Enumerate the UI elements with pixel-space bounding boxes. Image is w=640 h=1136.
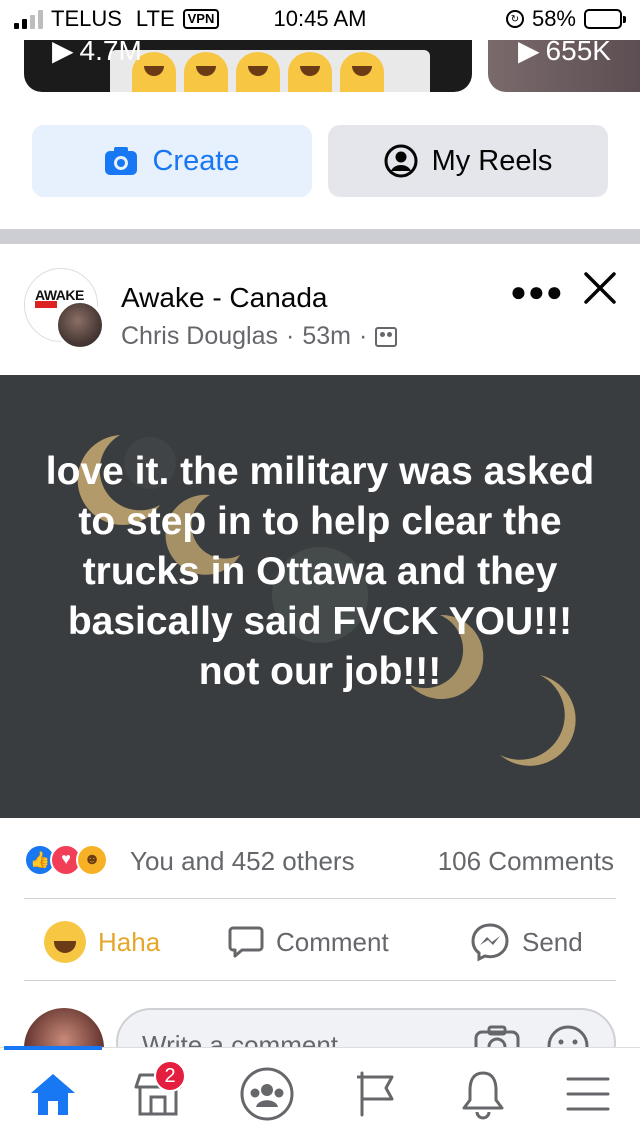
author-name[interactable]: Chris Douglas (121, 322, 278, 351)
play-icon: ▶ (52, 40, 74, 66)
group-name[interactable]: Awake - Canada (121, 282, 328, 314)
haha-button[interactable]: Haha (44, 918, 160, 966)
comment-button[interactable]: Comment (228, 918, 389, 966)
reel-views-label: 4.7M (79, 40, 142, 66)
close-icon[interactable] (580, 268, 620, 308)
more-options-icon[interactable]: ●●● (510, 276, 564, 308)
marketplace-badge: 2 (154, 1060, 186, 1092)
battery-icon (584, 9, 626, 29)
comments-count[interactable]: 106 Comments (438, 846, 614, 877)
nav-home[interactable] (23, 1066, 83, 1122)
reel-views: ▶ 655K (518, 40, 611, 67)
comment-label: Comment (276, 926, 389, 957)
post-time[interactable]: 53m (302, 322, 351, 351)
reel-card[interactable]: ▶ 4.7M (24, 40, 472, 92)
rotation-lock-icon: ↻ (505, 10, 524, 28)
members-audience-icon (375, 326, 398, 347)
divider (24, 898, 616, 899)
active-tab-indicator (4, 1046, 102, 1050)
haha-label: Haha (98, 926, 161, 957)
my-reels-button[interactable]: My Reels (328, 125, 608, 197)
camera-icon (105, 147, 138, 175)
battery-percent: 58% (531, 6, 576, 31)
author-avatar[interactable] (55, 300, 105, 350)
nav-groups[interactable] (237, 1066, 297, 1122)
groups-icon (240, 1067, 294, 1121)
bell-icon (462, 1071, 504, 1120)
divider (24, 980, 616, 981)
flag-icon (357, 1071, 394, 1117)
menu-icon (566, 1077, 610, 1111)
meta-separator: · (358, 322, 368, 350)
play-icon: ▶ (518, 40, 540, 66)
reactions-count[interactable]: You and 452 others (130, 846, 355, 877)
reel-views-label: 655K (545, 40, 611, 66)
send-label: Send (522, 926, 583, 957)
status-bar: TELUS LTE VPN 10:45 AM ↻ 58% (0, 0, 640, 40)
send-button[interactable]: Send (470, 918, 583, 966)
meta-separator: · (286, 322, 295, 350)
my-reels-label: My Reels (431, 144, 553, 177)
reel-card[interactable]: ▶ 655K (488, 40, 640, 92)
create-reel-button[interactable]: Create (32, 125, 312, 197)
haha-reaction-icon: ☻ (76, 844, 108, 876)
home-icon (31, 1074, 75, 1115)
reel-views: ▶ 4.7M (52, 40, 142, 67)
bottom-navigation (0, 1047, 640, 1136)
reel-thumbnail (110, 50, 430, 92)
comment-icon (228, 926, 264, 958)
nav-notifications[interactable] (453, 1066, 513, 1122)
haha-icon (44, 921, 86, 963)
nav-menu[interactable] (558, 1066, 618, 1122)
reaction-summary[interactable]: 👍 ♥ ☻ (24, 844, 108, 876)
nav-pages[interactable] (346, 1066, 406, 1122)
post-content[interactable]: love it. the military was asked to step … (0, 375, 640, 818)
post-text: love it. the military was asked to step … (45, 450, 595, 693)
group-logo-stripe (35, 301, 57, 308)
section-divider (0, 229, 640, 244)
profile-icon (384, 144, 418, 178)
post-meta: Chris Douglas · 53m · (121, 322, 398, 351)
messenger-icon (471, 923, 509, 962)
create-label: Create (152, 144, 240, 177)
